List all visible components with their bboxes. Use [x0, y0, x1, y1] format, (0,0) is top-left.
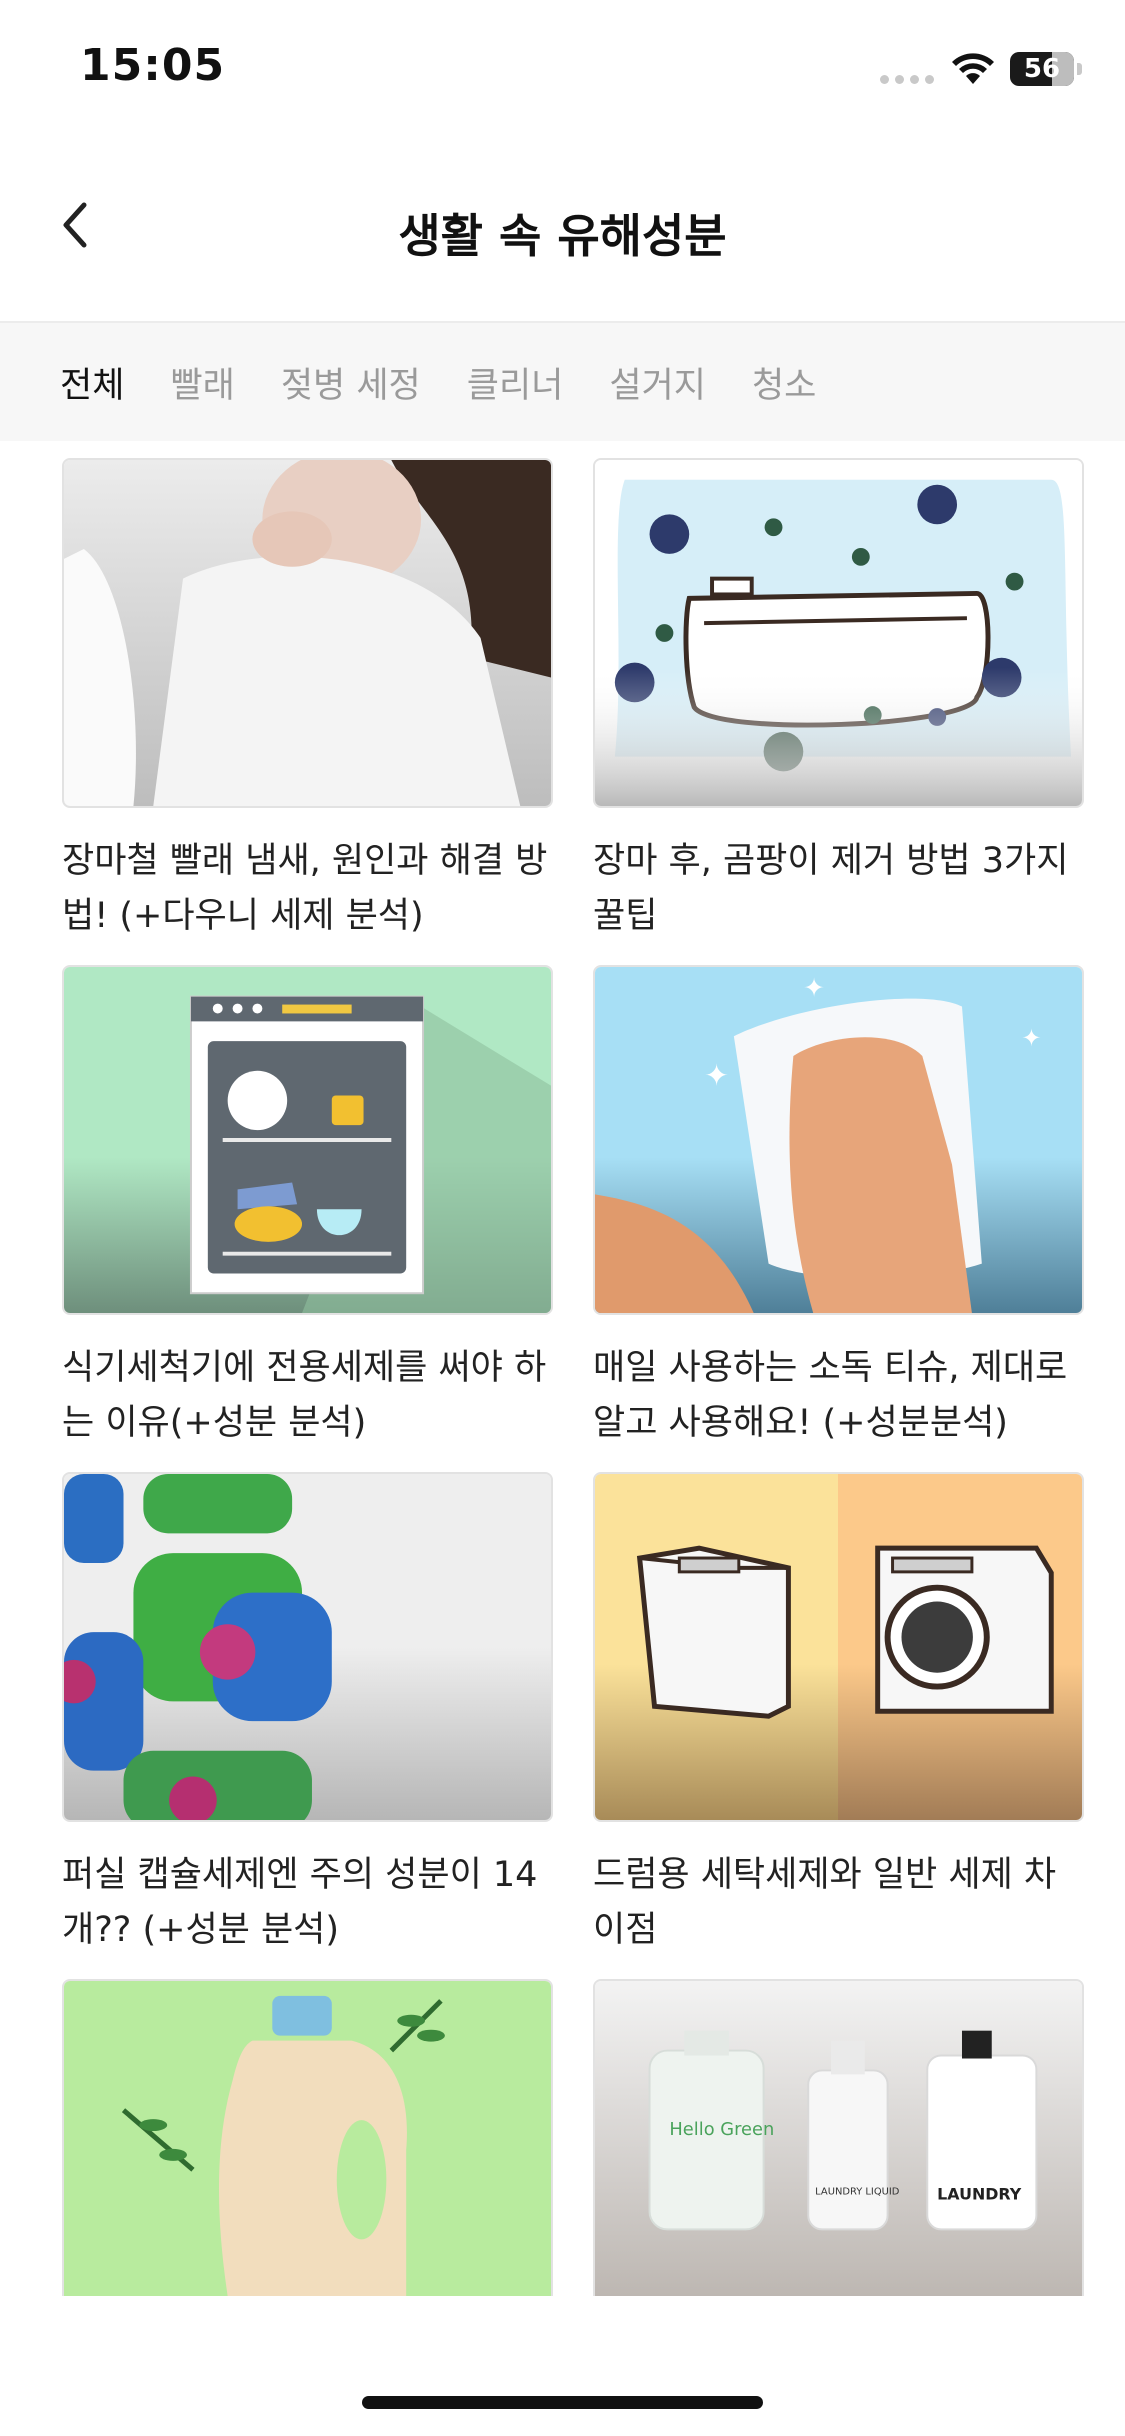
article-card[interactable]: ✦ ✦ ✦ 매일 사용하는 소독 티슈, 제대로 알고 사용해요! (+성분분석…: [593, 965, 1084, 1451]
category-tabs: 전체 빨래 젖병 세정 클리너 설거지 청소: [0, 323, 1125, 441]
svg-text:✦: ✦: [704, 1059, 729, 1094]
article-thumbnail-laundry-smell: [62, 458, 553, 808]
wifi-icon: [952, 53, 994, 84]
article-card[interactable]: 드럼용 세탁세제와 일반 세제 차이점: [593, 1472, 1084, 1958]
tab-cleaner[interactable]: 클리너: [467, 357, 564, 408]
battery-icon: 56: [1010, 52, 1074, 86]
article-thumbnail-fabric-softener: [62, 1979, 553, 2296]
article-thumbnail-drum-washer: [593, 1472, 1084, 1822]
tab-bottle-wash[interactable]: 젖병 세정: [281, 357, 421, 408]
article-thumbnail-capsule-detergent: [62, 1472, 553, 1822]
article-card[interactable]: 장마철 빨래 냄새, 원인과 해결 방법! (+다우니 세제 분석): [62, 458, 553, 944]
tab-all[interactable]: 전체: [60, 357, 124, 408]
article-title: 매일 사용하는 소독 티슈, 제대로 알고 사용해요! (+성분분석): [593, 1348, 1068, 1443]
bottle-1-text: Hello Green: [669, 2119, 774, 2140]
article-title: 퍼실 캡슐세제엔 주의 성분이 14개?? (+성분 분석): [62, 1855, 538, 1950]
header: 생활 속 유해성분: [0, 130, 1125, 322]
battery-level: 56: [1023, 54, 1061, 84]
battery-cap: [1077, 63, 1082, 75]
article-card[interactable]: 장마 후, 곰팡이 제거 방법 3가지 꿀팁: [593, 458, 1084, 944]
article-thumbnail-laundry-products: Hello Green LAUNDRY LIQUID LAUNDRY: [593, 1979, 1084, 2296]
page-title: 생활 속 유해성분: [398, 209, 727, 263]
tab-dishwashing[interactable]: 설거지: [609, 357, 706, 408]
tab-cleaning[interactable]: 청소: [752, 357, 816, 408]
article-card[interactable]: 식기세척기에 전용세제를 써야 하는 이유(+성분 분석): [62, 965, 553, 1451]
article-title: 식기세척기에 전용세제를 써야 하는 이유(+성분 분석): [62, 1348, 547, 1443]
status-bar: 15:05 56: [0, 0, 1125, 130]
article-thumbnail-dishwasher: [62, 965, 553, 1315]
tab-laundry[interactable]: 빨래: [170, 357, 234, 408]
article-card[interactable]: [62, 1979, 553, 2322]
home-indicator[interactable]: [362, 2396, 763, 2409]
article-card[interactable]: Hello Green LAUNDRY LIQUID LAUNDRY: [593, 1979, 1084, 2322]
status-time: 15:05: [80, 40, 226, 91]
article-thumbnail-mold: [593, 458, 1084, 808]
svg-text:✦: ✦: [1021, 1024, 1041, 1052]
article-thumbnail-wet-wipes: ✦ ✦ ✦: [593, 965, 1084, 1315]
article-title: 장마 후, 곰팡이 제거 방법 3가지 꿀팁: [593, 841, 1069, 936]
signal-icon: [880, 75, 934, 84]
article-title: 드럼용 세탁세제와 일반 세제 차이점: [593, 1855, 1057, 1950]
svg-text:✦: ✦: [803, 974, 825, 1004]
bottle-3-text: LAUNDRY: [937, 2185, 1022, 2204]
bottle-2-text: LAUNDRY LIQUID: [815, 2187, 900, 2198]
article-card[interactable]: 퍼실 캡슐세제엔 주의 성분이 14개?? (+성분 분석): [62, 1472, 553, 1958]
article-title: 장마철 빨래 냄새, 원인과 해결 방법! (+다우니 세제 분석): [62, 841, 548, 936]
